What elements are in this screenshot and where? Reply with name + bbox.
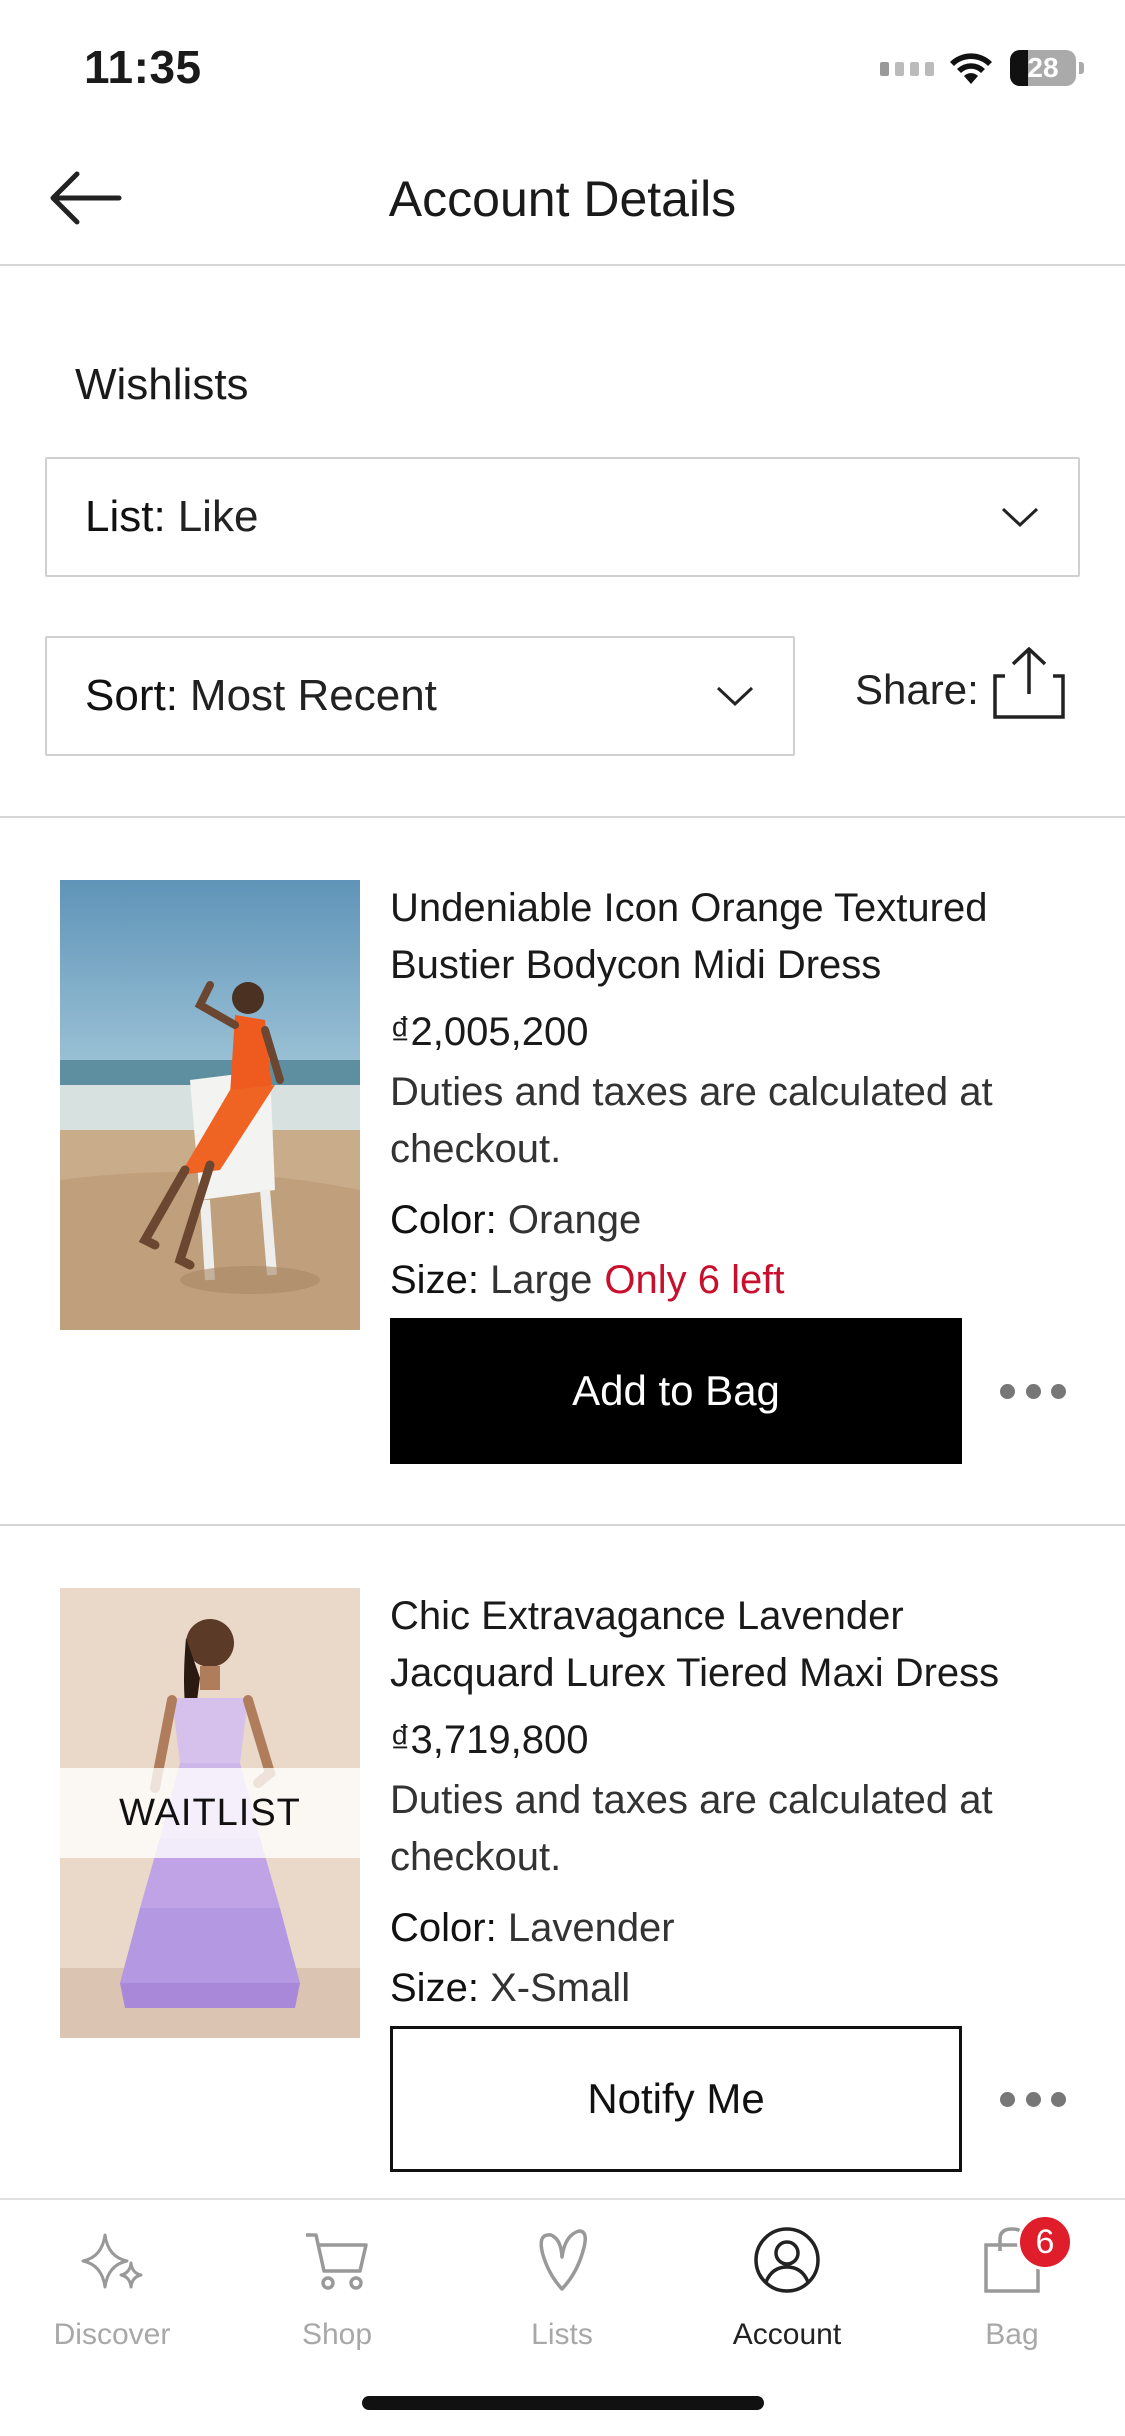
nav-header: Account Details <box>0 130 1125 266</box>
battery-level: 28 <box>1027 52 1059 83</box>
tab-label: Bag <box>985 2318 1039 2351</box>
bag-icon: 6 <box>977 2214 1073 2300</box>
product-color: Color: Orange <box>390 1198 641 1243</box>
user-circle-icon <box>752 2220 822 2300</box>
bag-count-badge: 6 <box>1017 2214 1073 2270</box>
tab-label: Shop <box>301 2318 373 2351</box>
product-duties-note: Duties and taxes are calculated at check… <box>390 1070 993 1171</box>
sort-select-label: Sort: <box>85 671 178 720</box>
tab-shop[interactable]: Shop <box>237 2220 437 2370</box>
list-select-label: List: <box>85 492 166 541</box>
sparkle-icon <box>77 2220 147 2300</box>
size-label: Size: <box>390 1258 479 1302</box>
product-image[interactable]: WAITLIST <box>60 1588 360 2038</box>
divider <box>0 1524 1125 1526</box>
product-name[interactable]: Undeniable Icon Orange Textured Bustier … <box>390 880 1070 994</box>
heart-v-icon <box>527 2220 597 2300</box>
product-name[interactable]: Chic Extravagance Lavender Jacquard Lure… <box>390 1588 1070 1702</box>
share-icon <box>993 647 1065 719</box>
product-duties-note: Duties and taxes are calculated at check… <box>390 1778 993 1879</box>
wishlists-heading: Wishlists <box>75 360 249 409</box>
divider <box>0 816 1125 818</box>
share-button[interactable]: Share: <box>855 647 1067 720</box>
more-options-icon[interactable] <box>1000 2079 1066 2119</box>
chevron-down-icon <box>1001 507 1039 528</box>
product-size: Size: Large Only 6 left <box>390 1258 784 1303</box>
page-title: Account Details <box>388 171 737 227</box>
product-size: Size: X-Small <box>390 1966 630 2011</box>
share-label: Share: <box>855 666 979 713</box>
size-value: X-Small <box>490 1966 631 2010</box>
tab-account[interactable]: Account <box>687 2220 887 2370</box>
cart-icon <box>302 2220 372 2300</box>
tab-bag[interactable]: 6 Bag <box>912 2214 1112 2370</box>
size-label: Size: <box>390 1966 479 2010</box>
color-label: Color: <box>390 1906 497 1950</box>
waitlist-overlay: WAITLIST <box>60 1768 360 1858</box>
wifi-icon <box>948 50 994 91</box>
sort-select-value: Most Recent <box>189 671 437 720</box>
stock-alert: Only 6 left <box>604 1258 785 1302</box>
battery-icon: 28 <box>1010 50 1084 86</box>
tab-label: Account <box>732 2318 842 2351</box>
notify-me-button[interactable]: Notify Me <box>390 2026 962 2172</box>
color-value: Lavender <box>507 1906 675 1950</box>
home-indicator <box>362 2396 764 2410</box>
list-select-value: Like <box>177 492 259 541</box>
tab-label: Lists <box>531 2318 593 2351</box>
list-select[interactable]: List: Like <box>45 457 1080 577</box>
product-price: ₫2,005,200 <box>390 1010 589 1054</box>
product-price: ₫3,719,800 <box>390 1718 589 1762</box>
product-color: Color: Lavender <box>390 1906 675 1951</box>
tab-label: Discover <box>53 2318 171 2351</box>
add-to-bag-button[interactable]: Add to Bag <box>390 1318 962 1464</box>
size-value: Large <box>490 1258 593 1302</box>
color-label: Color: <box>390 1198 497 1242</box>
tab-discover[interactable]: Discover <box>12 2220 212 2370</box>
status-time: 11:35 <box>84 41 202 93</box>
sort-select[interactable]: Sort: Most Recent <box>45 636 795 756</box>
color-value: Orange <box>507 1198 642 1242</box>
product-image[interactable] <box>60 880 360 1330</box>
cellular-signal-icon <box>880 62 934 76</box>
more-options-icon[interactable] <box>1000 1371 1066 1411</box>
tab-lists[interactable]: Lists <box>462 2220 662 2370</box>
chevron-down-icon <box>716 686 754 707</box>
status-bar: 11:35 28 <box>0 0 1125 130</box>
